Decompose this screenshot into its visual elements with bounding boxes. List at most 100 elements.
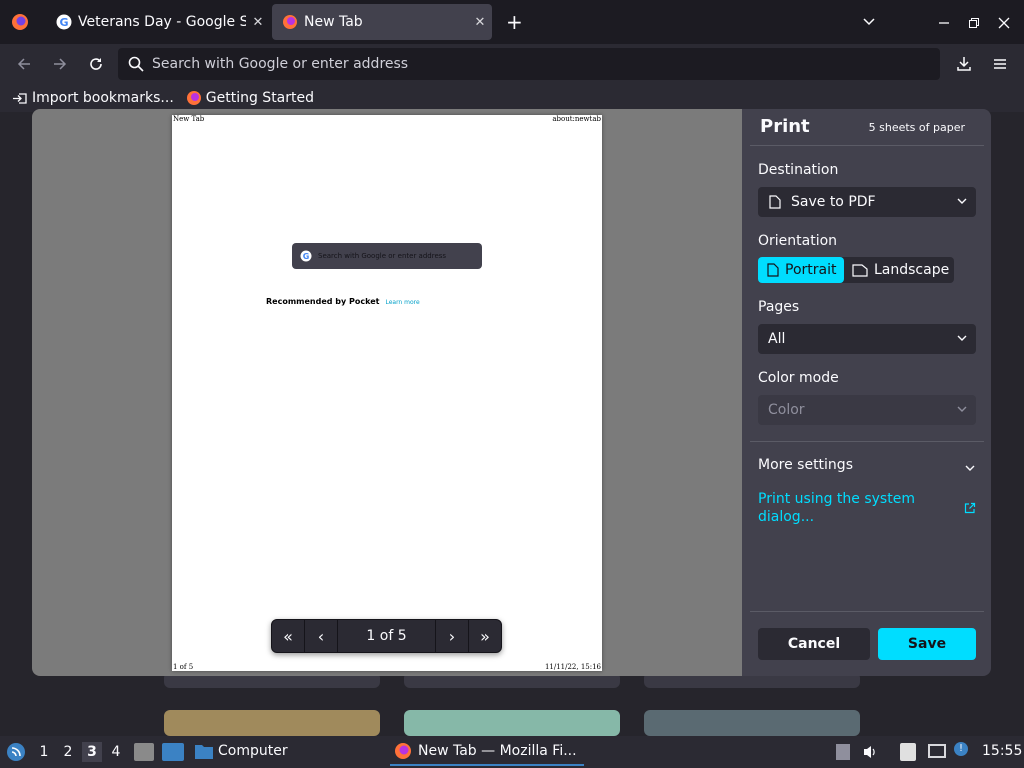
portrait-label: Portrait	[785, 262, 837, 278]
pages-label: Pages	[758, 299, 800, 315]
landscape-radio[interactable]: Landscape	[844, 257, 954, 283]
search-icon	[128, 56, 144, 72]
bookmark-label: Import bookmarks...	[32, 90, 174, 106]
notification-icon[interactable]: !	[954, 742, 968, 756]
start-menu-icon[interactable]	[6, 742, 26, 762]
pages-select[interactable]: All	[758, 324, 976, 354]
chevron-down-icon	[957, 406, 967, 412]
tab-veterans-day[interactable]: G Veterans Day - Google Se ✕	[46, 4, 270, 40]
bookmark-import[interactable]: Import bookmarks...	[12, 90, 174, 106]
reload-icon[interactable]	[84, 52, 108, 76]
new-tab-icon[interactable]: +	[506, 12, 524, 32]
story-image	[164, 710, 380, 736]
page-header-title: New Tab	[173, 115, 205, 123]
url-input[interactable]	[152, 56, 912, 72]
preview-search-text: Search with Google or enter address	[318, 252, 447, 260]
more-settings-toggle[interactable]: More settings	[758, 457, 978, 477]
color-mode-select[interactable]: Color	[758, 395, 976, 425]
svg-text:G: G	[303, 252, 310, 261]
google-icon: G	[300, 250, 312, 262]
page-indicator: 1 of 5	[366, 628, 407, 644]
destination-value: Save to PDF	[791, 194, 876, 210]
pocket-heading: Recommended by Pocket Learn more	[266, 297, 420, 306]
close-window-icon[interactable]	[998, 14, 1010, 33]
back-icon[interactable]	[12, 52, 36, 76]
close-tab-icon[interactable]: ✕	[246, 15, 270, 30]
google-icon: G	[56, 14, 72, 30]
pocket-title: Recommended by Pocket	[266, 297, 380, 306]
clock: 15:55	[982, 743, 1023, 759]
import-icon	[13, 93, 27, 104]
preview-page: New Tab about:newtab G Search with Googl…	[172, 115, 602, 671]
network-icon[interactable]	[928, 744, 946, 758]
next-page-button[interactable]: ›	[436, 620, 468, 652]
orientation-label: Orientation	[758, 233, 838, 249]
pages-value: All	[768, 331, 786, 347]
tab-title: Veterans Day - Google Se	[78, 14, 246, 30]
last-page-button[interactable]: »	[469, 620, 501, 652]
page-footer-date: 11/11/22, 15:16	[544, 663, 601, 671]
destination-select[interactable]: Save to PDF	[758, 187, 976, 217]
folder-icon	[195, 745, 213, 759]
system-dialog-link[interactable]: Print using the system dialog...	[758, 490, 938, 526]
forward-icon[interactable]	[48, 52, 72, 76]
divider	[750, 145, 984, 146]
workspace-3[interactable]: 3	[82, 742, 102, 762]
story-image	[404, 710, 620, 736]
divider	[750, 441, 984, 442]
chevron-down-icon	[957, 335, 967, 341]
tab-new-tab[interactable]: New Tab ✕	[272, 4, 492, 40]
desktop-icon[interactable]	[162, 743, 184, 761]
taskbar: 1 2 3 4 Computer New Tab — Mozilla Fi...…	[0, 736, 1024, 768]
portrait-icon	[767, 263, 779, 277]
taskbar-window-firefox[interactable]: New Tab — Mozilla Fi...	[390, 738, 584, 766]
nav-bar	[0, 44, 1024, 84]
downloads-icon[interactable]	[952, 52, 976, 76]
page-navigator: « ‹ 1 of 5 › »	[271, 619, 502, 653]
portrait-radio[interactable]: Portrait	[758, 257, 844, 283]
svg-text:G: G	[59, 16, 68, 29]
minimize-icon[interactable]	[938, 14, 950, 33]
chevron-down-icon	[965, 465, 975, 471]
previous-page-button[interactable]: ‹	[305, 620, 337, 652]
divider	[750, 611, 984, 612]
file-manager-icon[interactable]	[134, 743, 154, 761]
volume-icon[interactable]	[862, 744, 880, 764]
computer-launcher[interactable]: Computer	[194, 742, 288, 760]
external-link-icon	[964, 502, 976, 514]
close-tab-icon[interactable]: ✕	[468, 15, 492, 30]
firefox-icon	[282, 14, 298, 30]
bookmark-label: Getting Started	[205, 90, 315, 106]
tray-eject-icon[interactable]	[836, 744, 850, 760]
first-page-button[interactable]: «	[272, 620, 304, 652]
chevron-down-icon	[957, 198, 967, 204]
firefox-view-icon[interactable]	[10, 12, 30, 32]
print-title: Print	[760, 116, 810, 137]
page-footer-number: 1 of 5	[173, 663, 194, 671]
restore-icon[interactable]	[968, 14, 980, 33]
print-settings-panel: Print 5 sheets of paper Destination Save…	[742, 109, 991, 676]
color-mode-value: Color	[768, 402, 805, 418]
workspace-2[interactable]: 2	[58, 742, 78, 762]
address-bar[interactable]	[118, 48, 940, 80]
landscape-label: Landscape	[874, 262, 950, 278]
color-mode-label: Color mode	[758, 370, 839, 386]
tab-strip: G Veterans Day - Google Se ✕ New Tab ✕ +	[0, 0, 1024, 44]
more-settings-label: More settings	[758, 457, 853, 473]
bookmark-getting-started[interactable]: Getting Started	[186, 90, 314, 106]
workspace-4[interactable]: 4	[106, 742, 126, 762]
tab-title: New Tab	[304, 14, 363, 30]
page-header-url: about:newtab	[552, 115, 601, 123]
document-icon	[769, 195, 781, 209]
menu-icon[interactable]	[988, 52, 1012, 76]
cancel-button[interactable]: Cancel	[758, 628, 870, 660]
computer-label: Computer	[218, 743, 288, 759]
save-button[interactable]: Save	[878, 628, 976, 660]
clipboard-icon[interactable]	[900, 743, 916, 761]
firefox-icon	[186, 91, 201, 105]
workspace-1[interactable]: 1	[34, 742, 54, 762]
learn-more-link: Learn more	[385, 299, 420, 306]
firefox-icon	[395, 743, 411, 759]
landscape-icon	[852, 263, 868, 277]
list-all-tabs-icon[interactable]	[862, 14, 876, 33]
